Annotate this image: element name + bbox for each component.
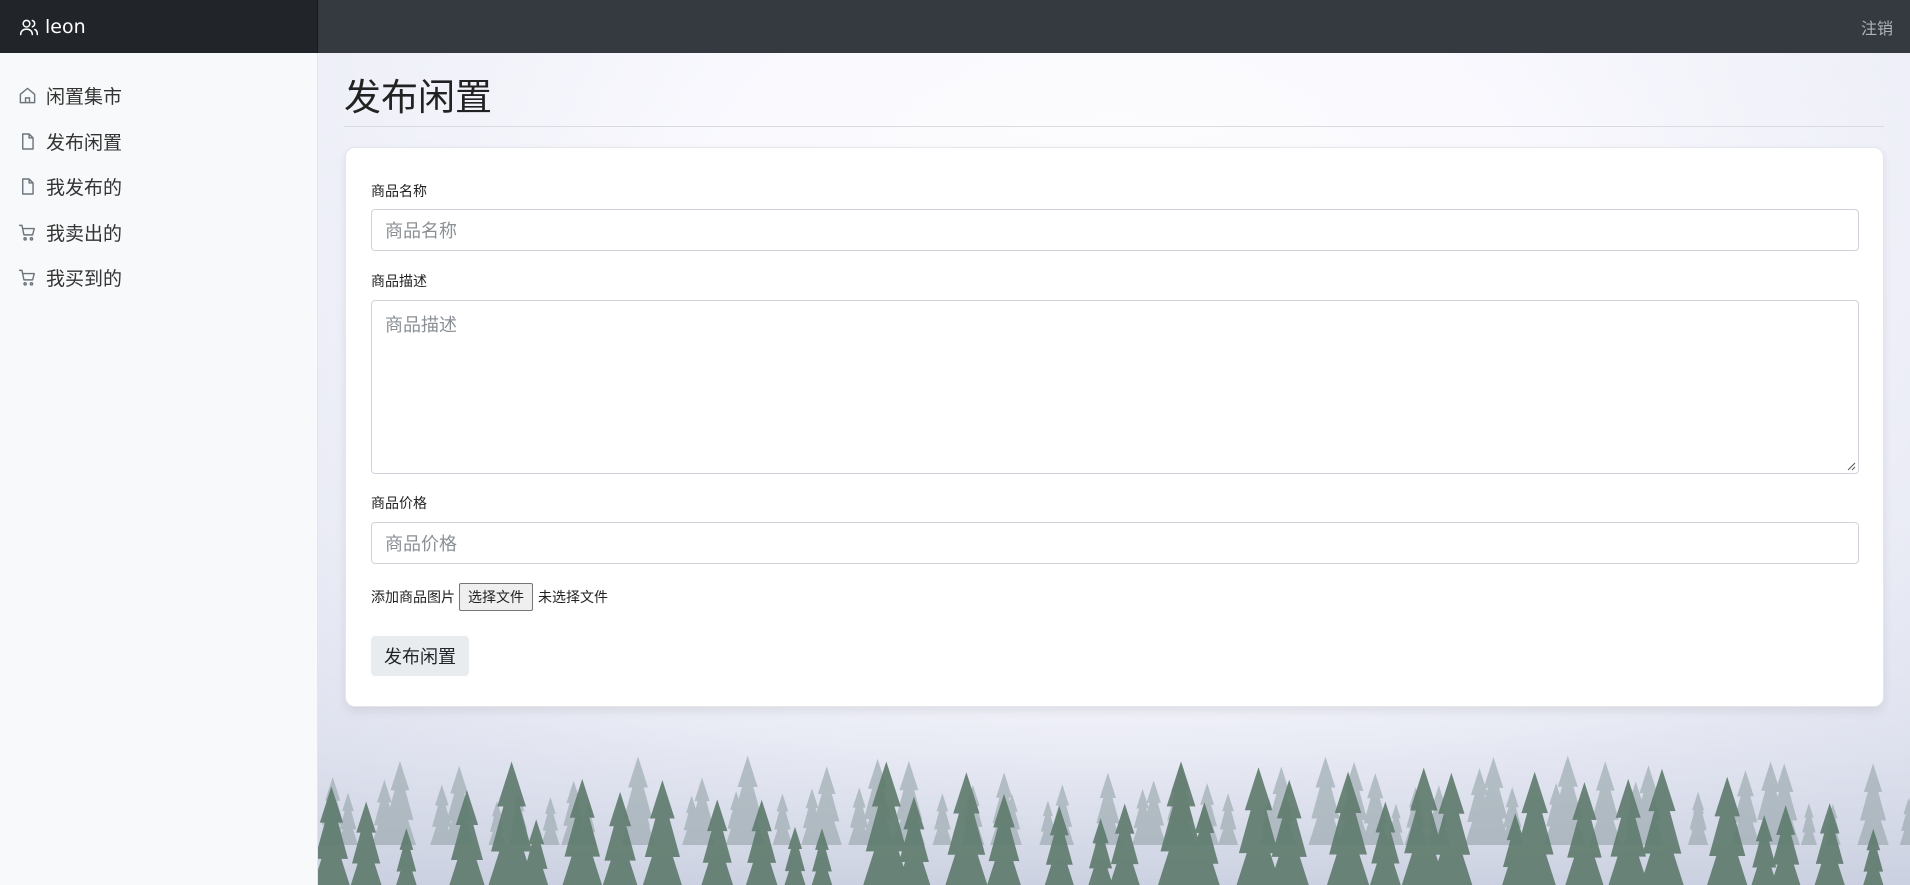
sidebar: 闲置集市 发布闲置 我发布的 我卖出的 我买到的 <box>0 53 318 885</box>
price-label: 商品价格 <box>371 496 427 512</box>
sidebar-item-my-posts[interactable]: 我发布的 <box>0 164 317 210</box>
sidebar-item-publish[interactable]: 发布闲置 <box>0 119 317 165</box>
sidebar-item-bought[interactable]: 我买到的 <box>0 255 317 301</box>
cart-icon <box>18 269 35 286</box>
username: leon <box>45 15 86 38</box>
users-icon <box>19 19 39 35</box>
sidebar-item-label: 我卖出的 <box>46 222 123 245</box>
name-input[interactable]: 商品名称 <box>371 209 1859 251</box>
file-status: 未选择文件 <box>538 590 608 606</box>
sidebar-item-label: 我买到的 <box>46 268 123 291</box>
logout-link[interactable]: 注销 <box>1861 0 1910 53</box>
name-label: 商品名称 <box>371 184 427 200</box>
resize-grip-icon[interactable] <box>1847 462 1856 471</box>
main-content: 发布闲置 商品名称 商品名称 商品描述 商品描述 商品价格 商品价格 添加商品图… <box>318 53 1910 885</box>
sidebar-item-sold[interactable]: 我卖出的 <box>0 210 317 256</box>
top-navbar: leon 注销 <box>0 0 1910 53</box>
publish-form-card: 商品名称 商品名称 商品描述 商品描述 商品价格 商品价格 添加商品图片 选择文… <box>345 147 1884 707</box>
sidebar-item-label: 我发布的 <box>46 177 123 200</box>
image-upload-label: 添加商品图片 <box>371 590 455 606</box>
publish-button[interactable]: 发布闲置 <box>371 636 469 676</box>
description-placeholder: 商品描述 <box>385 315 457 336</box>
description-label: 商品描述 <box>371 274 427 290</box>
cart-icon <box>18 224 35 241</box>
page-title: 发布闲置 <box>344 76 492 119</box>
forest-background <box>318 695 1910 885</box>
price-input[interactable]: 商品价格 <box>371 522 1859 564</box>
sidebar-item-label: 闲置集市 <box>46 86 123 109</box>
home-icon <box>19 87 36 104</box>
file-icon <box>22 133 34 150</box>
choose-file-button[interactable]: 选择文件 <box>459 583 533 611</box>
sidebar-item-label: 发布闲置 <box>46 131 123 154</box>
file-icon <box>22 178 34 195</box>
user-brand[interactable]: leon <box>0 0 318 53</box>
description-textarea[interactable]: 商品描述 <box>371 300 1859 474</box>
title-divider <box>344 126 1884 127</box>
image-upload-row: 添加商品图片 选择文件 未选择文件 <box>371 583 608 611</box>
sidebar-item-market[interactable]: 闲置集市 <box>0 73 317 119</box>
